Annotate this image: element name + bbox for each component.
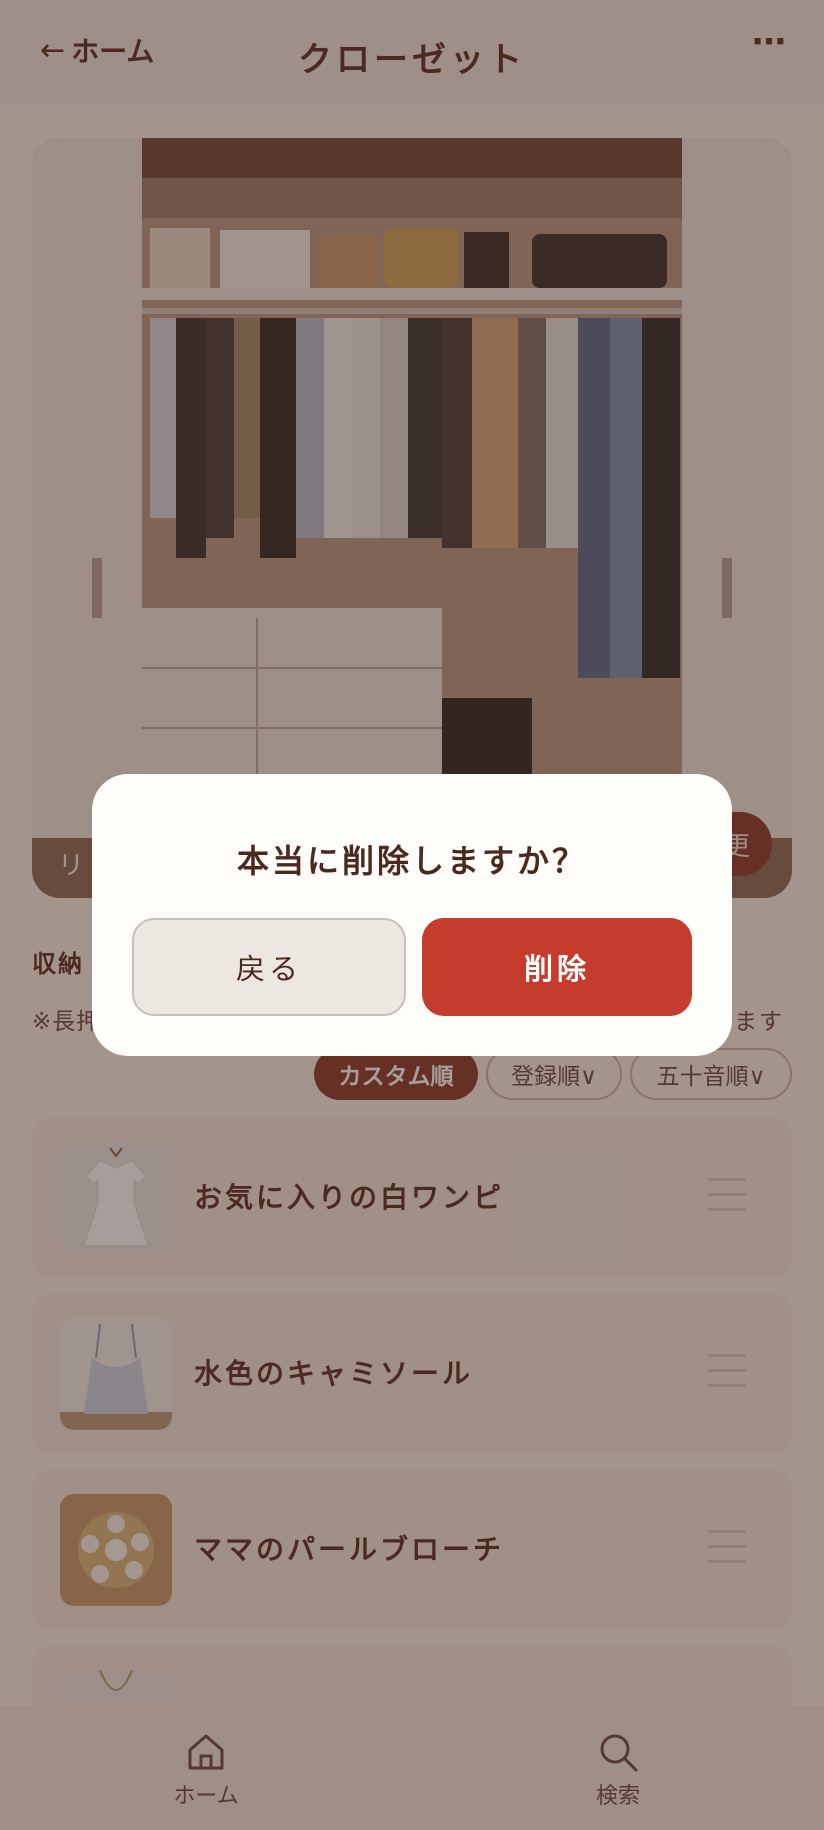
delete-confirm-dialog: 本当に削除しますか？ 戻る 削除 [92,774,732,1056]
dialog-title: 本当に削除しますか？ [236,842,587,880]
delete-button[interactable]: 削除 [422,918,692,1016]
cancel-button[interactable]: 戻る [132,918,406,1016]
